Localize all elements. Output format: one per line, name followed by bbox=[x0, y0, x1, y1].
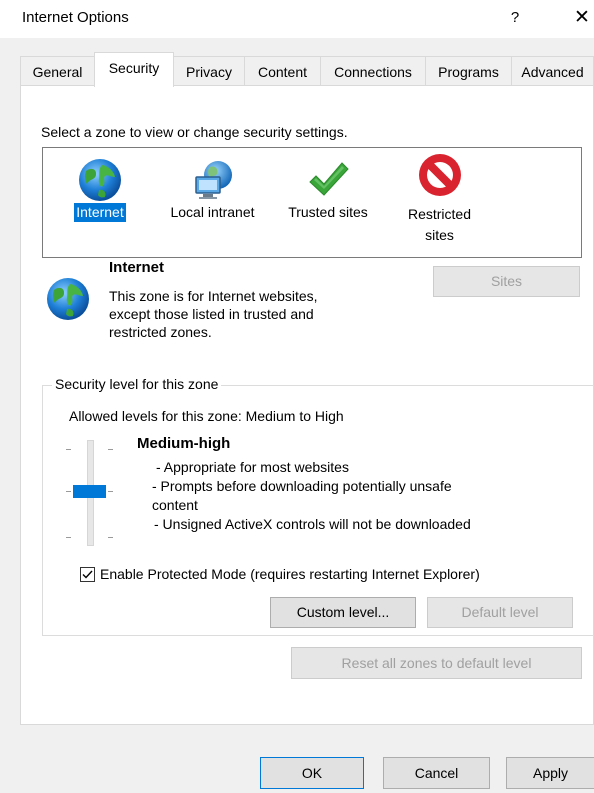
title-bar: Internet Options ? ✕ bbox=[0, 0, 594, 38]
zone-info-desc-line3: restricted zones. bbox=[109, 324, 212, 340]
tab-connections[interactable]: Connections bbox=[320, 56, 426, 86]
default-level-button[interactable]: Default level bbox=[427, 597, 573, 628]
slider-tick bbox=[108, 537, 113, 538]
slider-tick bbox=[66, 491, 71, 492]
cancel-button[interactable]: Cancel bbox=[383, 757, 490, 789]
checkmark-icon bbox=[82, 570, 93, 579]
tab-privacy[interactable]: Privacy bbox=[173, 56, 245, 86]
zone-info-name: Internet bbox=[109, 259, 165, 276]
zone-restricted-sites-label-line2: sites bbox=[425, 227, 454, 243]
slider-tick bbox=[66, 449, 71, 450]
apply-button[interactable]: Apply bbox=[506, 757, 594, 789]
protected-mode-checkbox[interactable] bbox=[80, 566, 95, 582]
protected-mode-option[interactable]: Enable Protected Mode (requires restarti… bbox=[80, 566, 480, 582]
slider-tick bbox=[108, 449, 113, 450]
tab-programs[interactable]: Programs bbox=[425, 56, 512, 86]
zone-info-desc-line1: This zone is for Internet websites, bbox=[109, 288, 318, 304]
zone-instruction: Select a zone to view or change security… bbox=[41, 124, 348, 140]
zone-trusted-sites[interactable]: Trusted sites bbox=[277, 157, 379, 222]
security-level-name: Medium-high bbox=[137, 435, 231, 452]
level-bullet-2: - Prompts before downloading potentially… bbox=[152, 478, 452, 494]
zone-restricted-sites-label-line1: Restricted bbox=[407, 206, 472, 222]
zone-internet-label: Internet bbox=[74, 203, 126, 222]
slider-tick bbox=[108, 491, 113, 492]
zone-restricted-sites[interactable]: Restricted sites bbox=[392, 150, 487, 245]
protected-mode-label: Enable Protected Mode (requires restarti… bbox=[100, 566, 480, 582]
security-level-description: - Appropriate for most websites - Prompt… bbox=[152, 458, 471, 534]
slider-tick bbox=[66, 537, 71, 538]
zone-internet[interactable]: Internet bbox=[58, 157, 142, 222]
help-button[interactable]: ? bbox=[505, 7, 525, 29]
tab-security[interactable]: Security bbox=[94, 52, 174, 87]
intranet-icon bbox=[160, 157, 265, 203]
tab-general[interactable]: General bbox=[20, 56, 95, 86]
zone-info-desc-line2: except those listed in trusted and bbox=[109, 306, 314, 322]
zone-local-intranet-label: Local intranet bbox=[170, 204, 255, 220]
ok-button[interactable]: OK bbox=[260, 757, 364, 789]
tab-content[interactable]: Content bbox=[244, 56, 321, 86]
sites-button[interactable]: Sites bbox=[433, 266, 580, 297]
custom-level-button[interactable]: Custom level... bbox=[270, 597, 416, 628]
reset-all-zones-button[interactable]: Reset all zones to default level bbox=[291, 647, 582, 679]
close-button[interactable]: ✕ bbox=[570, 7, 594, 29]
security-level-group-title: Security level for this zone bbox=[52, 376, 222, 392]
globe-icon bbox=[58, 157, 142, 203]
level-bullet-3: - Unsigned ActiveX controls will not be … bbox=[154, 516, 471, 532]
security-level-slider[interactable] bbox=[60, 437, 120, 549]
zone-info-globe-icon bbox=[45, 276, 91, 325]
level-bullet-1: - Appropriate for most websites bbox=[156, 459, 349, 475]
window-title: Internet Options bbox=[22, 9, 129, 26]
tab-advanced[interactable]: Advanced bbox=[511, 56, 594, 86]
checkmark-icon bbox=[277, 157, 379, 203]
restricted-icon bbox=[392, 150, 487, 203]
level-bullet-2-continued: content bbox=[152, 497, 198, 513]
slider-thumb[interactable] bbox=[73, 485, 106, 498]
allowed-levels-text: Allowed levels for this zone: Medium to … bbox=[69, 408, 344, 424]
zone-local-intranet[interactable]: Local intranet bbox=[160, 157, 265, 222]
zone-trusted-sites-label: Trusted sites bbox=[288, 204, 368, 220]
zone-info-description: This zone is for Internet websites, exce… bbox=[109, 287, 318, 341]
